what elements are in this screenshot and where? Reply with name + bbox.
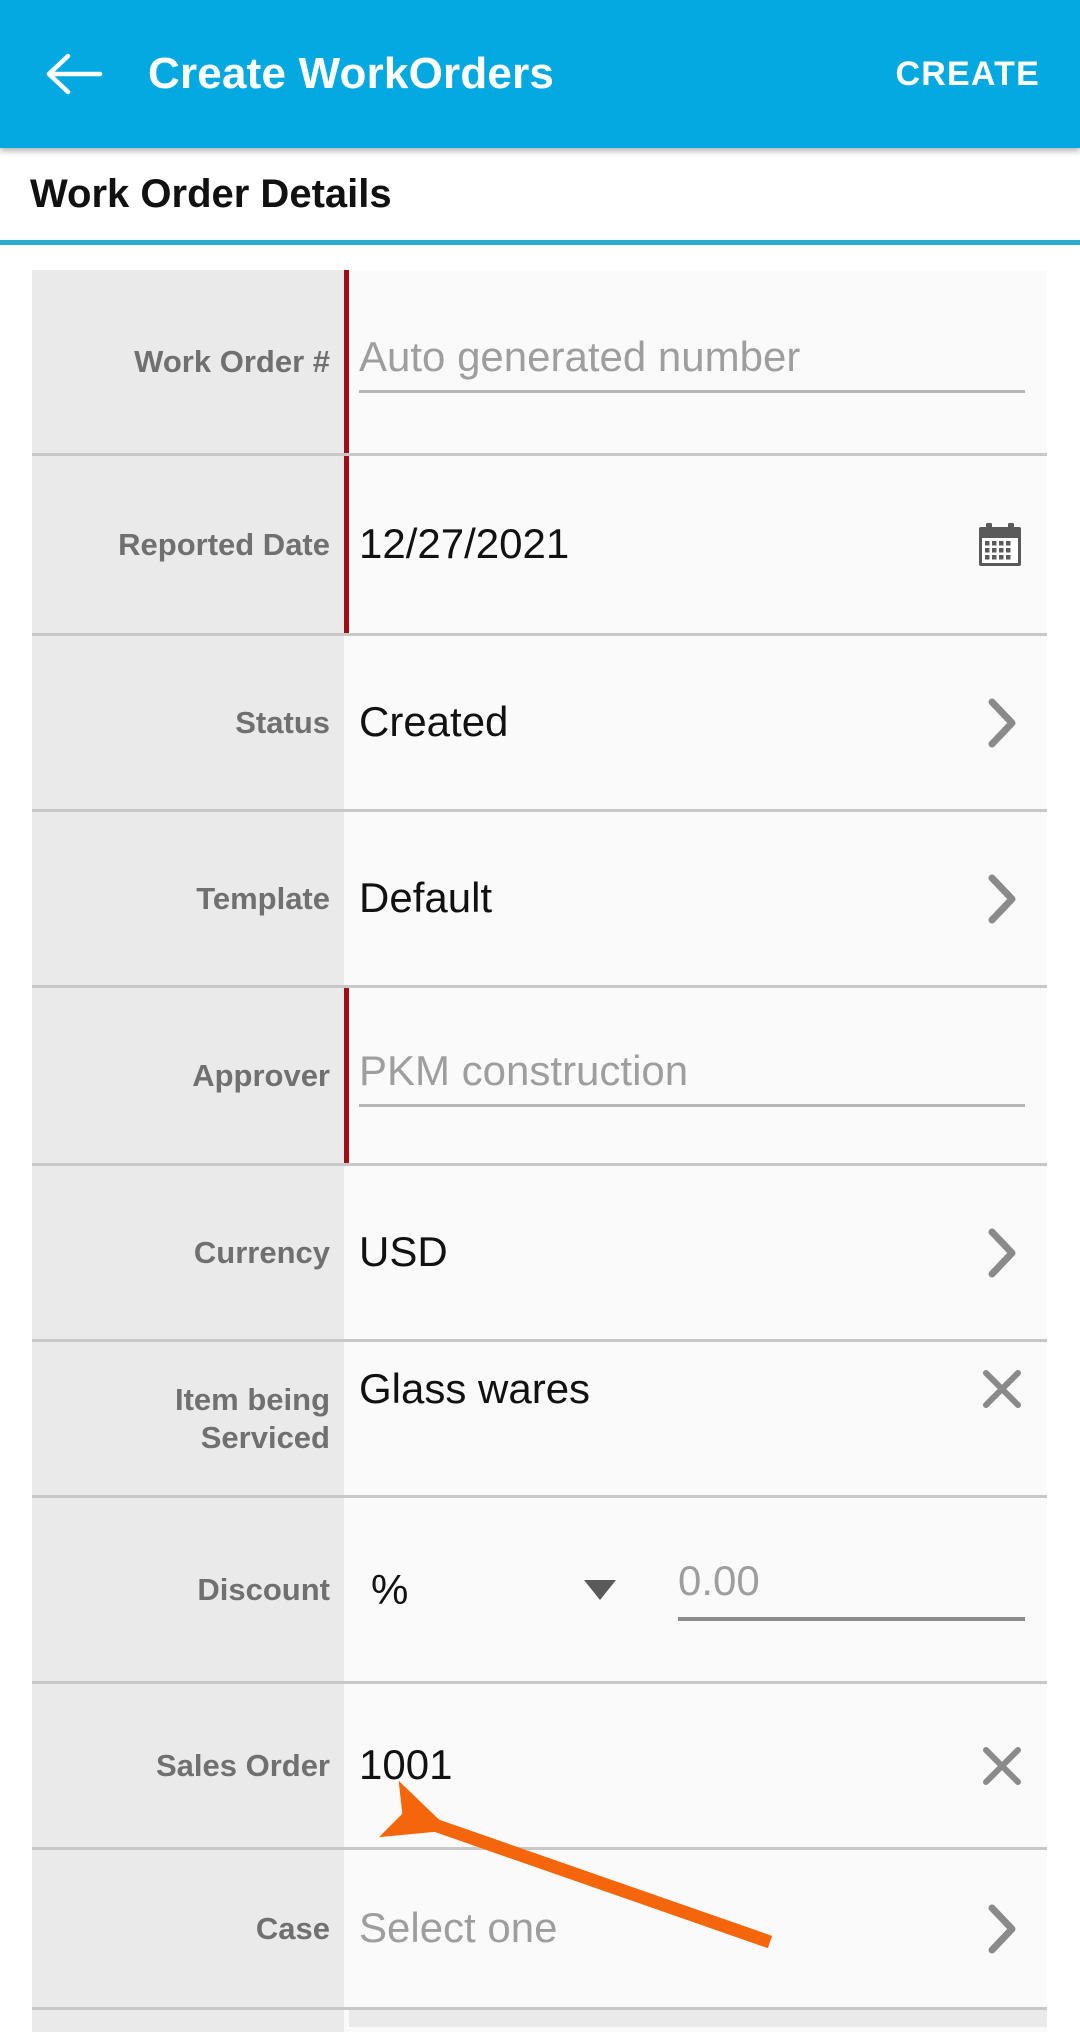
case-placeholder: Select one — [359, 1905, 558, 1952]
currency-value: USD — [359, 1229, 448, 1276]
field-label-cell: Item being Serviced — [32, 1342, 344, 1495]
field-label-cell: Discount — [32, 1498, 344, 1681]
work-order-number-field[interactable]: Auto generated number — [349, 270, 1047, 453]
field-label: Case — [255, 1910, 330, 1946]
page-title: Work Order Details — [30, 171, 392, 216]
item-being-serviced-field[interactable]: Glass wares — [349, 1342, 1047, 1495]
chevron-right-icon — [979, 1902, 1025, 1956]
create-button[interactable]: CREATE — [892, 47, 1044, 102]
form-row-status[interactable]: Status Created — [32, 636, 1047, 812]
status-field[interactable]: Created — [349, 636, 1047, 809]
template-open-button[interactable] — [965, 872, 1025, 926]
underline-input[interactable]: Auto generated number — [359, 330, 1025, 394]
field-label: Approver — [192, 1057, 330, 1093]
form-row-approver: Approver PKM construction — [32, 988, 1047, 1166]
form-row-reported-date: Reported Date 12/27/2021 — [32, 456, 1047, 636]
form-row-sales-order: Sales Order 1001 — [32, 1684, 1047, 1850]
tags-value-box — [349, 2027, 1047, 2032]
field-label-cell: Currency — [32, 1166, 344, 1339]
status-value: Created — [359, 699, 509, 746]
sales-order-clear-button[interactable] — [965, 1743, 1025, 1789]
field-label-cell: Approver — [32, 988, 344, 1163]
item-being-serviced-value: Glass wares — [359, 1366, 591, 1412]
field-label-cell: Template — [32, 812, 344, 985]
tags-field — [349, 2010, 1047, 2032]
field-label-cell: Status — [32, 636, 344, 809]
approver-input-placeholder: PKM construction — [359, 1047, 689, 1094]
input-underline — [359, 1104, 1025, 1108]
field-label-cell: Tags — [32, 2010, 344, 2032]
item-being-serviced-clear-button[interactable] — [965, 1366, 1025, 1412]
input-underline — [359, 390, 1025, 394]
chevron-right-icon — [979, 696, 1025, 750]
template-value: Default — [359, 875, 493, 922]
discount-unit-select[interactable]: % — [371, 1566, 616, 1614]
chevron-right-icon — [979, 872, 1025, 926]
discount-amount-placeholder: 0.00 — [678, 1558, 760, 1605]
work-order-number-input-placeholder: Auto generated number — [359, 333, 801, 380]
currency-field[interactable]: USD — [349, 1166, 1047, 1339]
back-button[interactable] — [44, 43, 106, 105]
form-container: Work Order # Auto generated number Repor… — [0, 245, 1080, 2032]
discount-controls: % 0.00 — [371, 1558, 1025, 1621]
form-row-discount: Discount % 0.00 — [32, 1498, 1047, 1684]
form-row-currency[interactable]: Currency USD — [32, 1166, 1047, 1342]
form-row-case[interactable]: Case Select one — [32, 1850, 1047, 2010]
field-label: Sales Order — [155, 1747, 330, 1783]
discount-unit-value: % — [371, 1565, 409, 1613]
close-icon — [979, 1366, 1025, 1412]
reported-date-field[interactable]: 12/27/2021 — [349, 456, 1047, 633]
field-label: Discount — [197, 1571, 330, 1607]
discount-field: % 0.00 — [349, 1498, 1047, 1681]
field-label-cell: Work Order # — [32, 270, 344, 453]
form-row-tags: Tags — [32, 2010, 1047, 2032]
sales-order-field[interactable]: 1001 — [349, 1684, 1047, 1847]
app-bar-title: Create WorkOrders — [148, 49, 555, 98]
calendar-icon — [975, 520, 1025, 570]
sales-order-value: 1001 — [359, 1742, 453, 1789]
field-label: Template — [196, 880, 330, 916]
section-header: Work Order Details — [0, 148, 1080, 240]
app-bar: Create WorkOrders CREATE — [0, 0, 1080, 148]
field-label-cell: Case — [32, 1850, 344, 2007]
date-picker-button[interactable] — [961, 520, 1025, 570]
form-row-work-order-number: Work Order # Auto generated number — [32, 270, 1047, 456]
case-field[interactable]: Select one — [349, 1850, 1047, 2007]
work-order-details-form: Work Order # Auto generated number Repor… — [32, 270, 1047, 2032]
chevron-right-icon — [979, 1226, 1025, 1280]
field-label: Reported Date — [118, 526, 330, 562]
field-label: Work Order # — [134, 343, 330, 379]
arrow-left-icon — [46, 50, 104, 98]
reported-date-value: 12/27/2021 — [359, 521, 570, 568]
caret-down-icon — [584, 1579, 616, 1600]
form-row-item-being-serviced: Item being Serviced Glass wares — [32, 1342, 1047, 1498]
status-open-button[interactable] — [965, 696, 1025, 750]
template-field[interactable]: Default — [349, 812, 1047, 985]
case-open-button[interactable] — [965, 1902, 1025, 1956]
currency-open-button[interactable] — [965, 1226, 1025, 1280]
approver-field[interactable]: PKM construction — [349, 988, 1047, 1163]
discount-amount-input[interactable]: 0.00 — [678, 1558, 1025, 1621]
field-label: Currency — [193, 1234, 330, 1270]
field-label-cell: Sales Order — [32, 1684, 344, 1847]
close-icon — [979, 1743, 1025, 1789]
input-underline — [678, 1616, 1025, 1621]
field-label: Status — [235, 704, 330, 740]
field-label-cell: Reported Date — [32, 456, 344, 633]
underline-input[interactable]: PKM construction — [359, 1044, 1025, 1108]
app-screen: Create WorkOrders CREATE Work Order Deta… — [0, 0, 1080, 2032]
field-label: Item being Serviced — [174, 1381, 330, 1455]
form-row-template[interactable]: Template Default — [32, 812, 1047, 988]
